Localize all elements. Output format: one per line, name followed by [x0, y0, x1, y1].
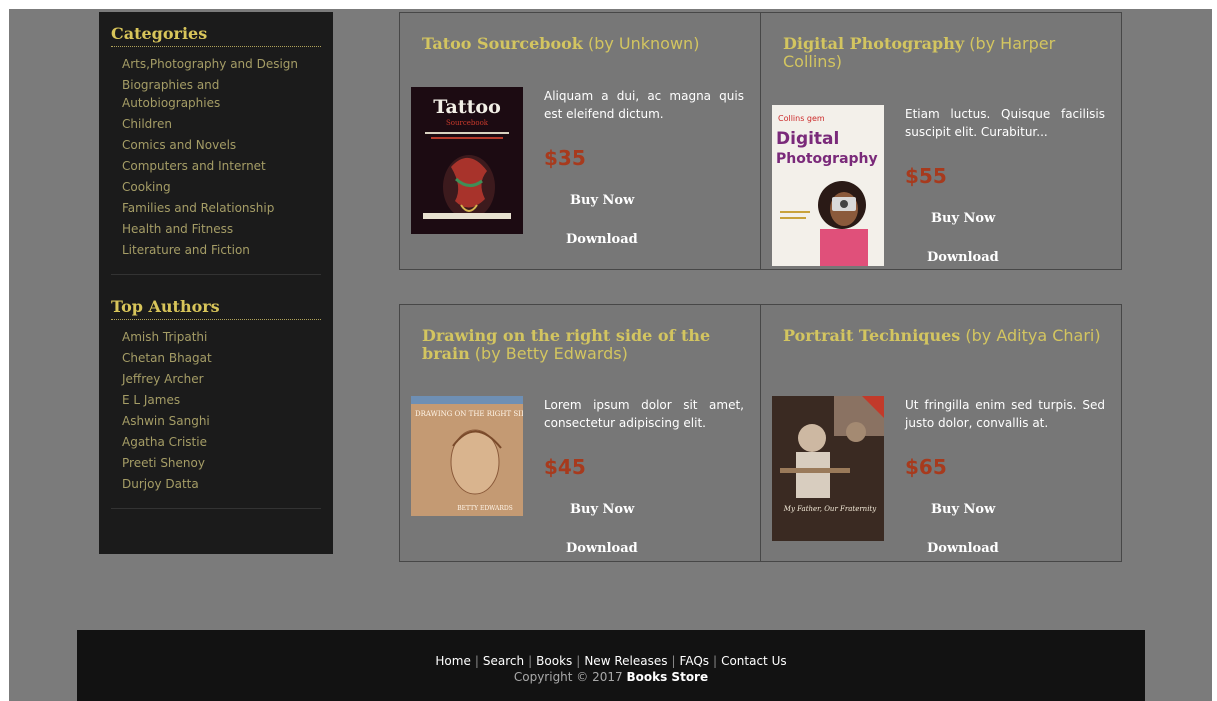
- download-button[interactable]: Download: [927, 541, 999, 556]
- product-description: Lorem ipsum dolor sit amet, consectetur …: [544, 398, 744, 430]
- product-price: $45: [544, 455, 586, 479]
- product-description: Aliquam a dui, ac magna quis est eleifen…: [544, 89, 744, 121]
- cover-brand-text: Collins gem: [778, 114, 825, 123]
- separator: |: [576, 654, 581, 668]
- product-price: $55: [905, 164, 947, 188]
- cover-title-line1: Digital: [776, 129, 839, 149]
- product-description: Ut fringilla enim sed turpis. Sed justo …: [905, 398, 1105, 430]
- separator: |: [671, 654, 676, 668]
- cover-title-text: Tattoo: [433, 96, 501, 118]
- category-link[interactable]: Arts,Photography and Design: [122, 55, 321, 73]
- cover-title-text: DRAWING ON THE RIGHT SIDE OF THE BRAIN: [415, 410, 523, 418]
- separator: |: [528, 654, 533, 668]
- cover-subtitle-text: Sourcebook: [446, 119, 489, 127]
- author-link[interactable]: E L James: [122, 391, 321, 409]
- separator: |: [713, 654, 718, 668]
- product-title: Digital Photography (by Harper Collins): [783, 35, 1103, 71]
- author-link[interactable]: Amish Tripathi: [122, 328, 321, 346]
- category-link[interactable]: Literature and Fiction: [122, 241, 321, 259]
- top-authors-heading: Top Authors: [111, 285, 321, 320]
- product-price: $35: [544, 146, 586, 170]
- author-link[interactable]: Durjoy Datta: [122, 475, 321, 493]
- product-title: Drawing on the right side of the brain (…: [422, 327, 742, 363]
- book-title[interactable]: Digital Photography: [783, 34, 964, 53]
- buy-now-button[interactable]: Buy Now: [570, 193, 634, 208]
- product-title: Portrait Techniques (by Aditya Chari): [783, 327, 1103, 345]
- sidebar: Categories Arts,Photography and Design B…: [99, 12, 333, 554]
- copyright-text: Copyright © 2017: [513, 670, 623, 684]
- buy-now-button[interactable]: Buy Now: [931, 502, 995, 517]
- category-link[interactable]: Comics and Novels: [122, 136, 321, 154]
- category-link[interactable]: Families and Relationship: [122, 199, 321, 217]
- product-card: Digital Photography (by Harper Collins) …: [760, 12, 1122, 270]
- product-price: $65: [905, 455, 947, 479]
- book-title[interactable]: Tatoo Sourcebook: [422, 34, 583, 53]
- author-link[interactable]: Preeti Shenoy: [122, 454, 321, 472]
- author-link[interactable]: Jeffrey Archer: [122, 370, 321, 388]
- book-cover-image[interactable]: My Father, Our Fraternity: [772, 396, 884, 541]
- category-link[interactable]: Health and Fitness: [122, 220, 321, 238]
- book-cover-image[interactable]: DRAWING ON THE RIGHT SIDE OF THE BRAIN B…: [411, 396, 523, 516]
- category-link[interactable]: Cooking: [122, 178, 321, 196]
- book-cover-image[interactable]: Tattoo Sourcebook: [411, 87, 523, 234]
- categories-heading: Categories: [111, 12, 321, 47]
- cover-title-line2: Photography: [776, 151, 878, 167]
- download-button[interactable]: Download: [566, 232, 638, 247]
- copyright: Copyright © 2017 Books Store: [77, 670, 1145, 684]
- author-link[interactable]: Agatha Cristie: [122, 433, 321, 451]
- footer: Home | Search | Books | New Releases | FAQs | Cont…: [77, 630, 1145, 701]
- category-link[interactable]: Computers and Internet: [122, 157, 321, 175]
- download-button[interactable]: Download: [927, 250, 999, 265]
- buy-now-button[interactable]: Buy Now: [931, 211, 995, 226]
- product-card: Tatoo Sourcebook (by Unknown) Tattoo Sou…: [399, 12, 761, 270]
- sidebar-divider: [111, 508, 321, 509]
- separator: |: [474, 654, 479, 668]
- page: Categories Arts,Photography and Design B…: [9, 9, 1212, 701]
- footer-link-contact-us[interactable]: Contact Us: [721, 654, 787, 668]
- footer-link-faqs[interactable]: FAQs: [680, 654, 710, 668]
- product-title: Tatoo Sourcebook (by Unknown): [422, 35, 742, 53]
- product-card: Portrait Techniques (by Aditya Chari) My…: [760, 304, 1122, 562]
- footer-link-new-releases[interactable]: New Releases: [584, 654, 667, 668]
- cover-author-text: BETTY EDWARDS: [457, 505, 513, 512]
- category-link[interactable]: Children: [122, 115, 321, 133]
- book-title[interactable]: Portrait Techniques: [783, 326, 960, 345]
- category-link[interactable]: Biographies and Autobiographies: [122, 76, 321, 112]
- cover-title-text: My Father, Our Fraternity: [783, 505, 877, 513]
- product-description: Etiam luctus. Quisque facilisis suscipit…: [905, 107, 1105, 139]
- download-button[interactable]: Download: [566, 541, 638, 556]
- author-list: Amish Tripathi Chetan Bhagat Jeffrey Arc…: [111, 320, 321, 504]
- book-author: (by Aditya Chari): [965, 326, 1101, 345]
- footer-link-books[interactable]: Books: [536, 654, 572, 668]
- book-cover-image[interactable]: Collins gem Digital Photography: [772, 105, 884, 266]
- book-author: (by Betty Edwards): [474, 344, 628, 363]
- book-author: (by Unknown): [587, 34, 700, 53]
- author-link[interactable]: Ashwin Sanghi: [122, 412, 321, 430]
- buy-now-button[interactable]: Buy Now: [570, 502, 634, 517]
- category-list: Arts,Photography and Design Biographies …: [111, 47, 321, 270]
- footer-link-search[interactable]: Search: [483, 654, 524, 668]
- product-card: Drawing on the right side of the brain (…: [399, 304, 761, 562]
- footer-nav: Home | Search | Books | New Releases | FAQs | Cont…: [77, 654, 1145, 668]
- sidebar-divider: [111, 274, 321, 275]
- brand-name: Books Store: [626, 670, 709, 684]
- author-link[interactable]: Chetan Bhagat: [122, 349, 321, 367]
- footer-link-home[interactable]: Home: [435, 654, 470, 668]
